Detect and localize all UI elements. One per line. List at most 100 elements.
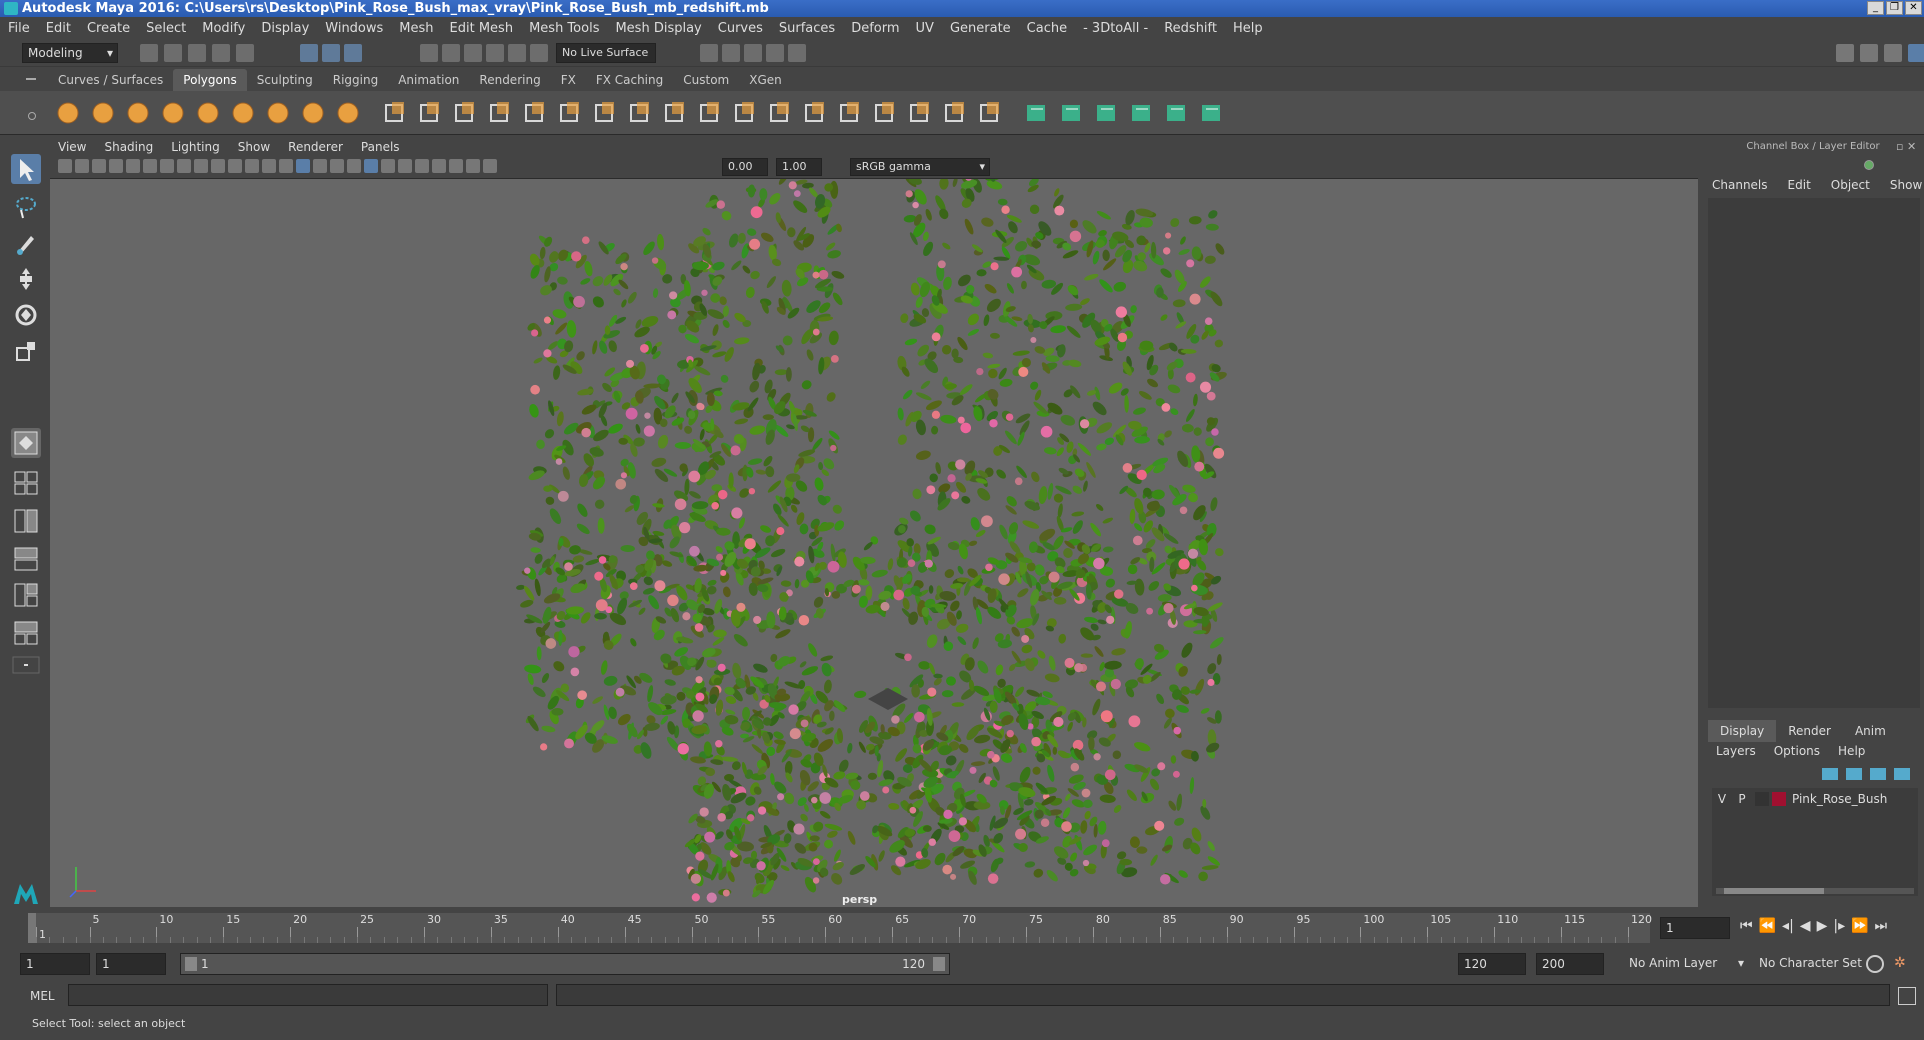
shelf-tab-rendering[interactable]: Rendering bbox=[469, 69, 550, 91]
grid-icon[interactable] bbox=[160, 159, 174, 173]
layer-menu-help[interactable]: Help bbox=[1838, 744, 1865, 758]
single-perspective-view-icon[interactable] bbox=[11, 428, 41, 458]
panel-float-close-icons[interactable]: ▫ ✕ bbox=[1896, 140, 1916, 153]
rotate-tool-icon[interactable] bbox=[11, 300, 41, 330]
menu-display[interactable]: Display bbox=[261, 21, 309, 36]
auto-key-icon[interactable] bbox=[1866, 955, 1884, 973]
undo-icon[interactable] bbox=[212, 44, 230, 62]
panel-menu-renderer[interactable]: Renderer bbox=[288, 140, 343, 154]
gate-mask-icon[interactable] bbox=[211, 159, 225, 173]
menu-select[interactable]: Select bbox=[146, 21, 186, 36]
uv-planar-icon[interactable] bbox=[906, 99, 934, 127]
panel-menu-view[interactable]: View bbox=[58, 140, 86, 154]
menu-edit-mesh[interactable]: Edit Mesh bbox=[450, 21, 514, 36]
end-time-field[interactable]: 200 bbox=[1536, 953, 1604, 975]
shelf-tab-sculpting[interactable]: Sculpting bbox=[247, 69, 323, 91]
pyramid-icon[interactable] bbox=[264, 99, 292, 127]
2d-pan-zoom-icon[interactable] bbox=[143, 159, 157, 173]
paint-select-tool-icon[interactable] bbox=[11, 228, 41, 258]
new-layer-icon[interactable] bbox=[1870, 768, 1886, 780]
menu-help[interactable]: Help bbox=[1233, 21, 1263, 36]
menu-surfaces[interactable]: Surfaces bbox=[779, 21, 835, 36]
mirror-icon[interactable] bbox=[521, 99, 549, 127]
textured-icon[interactable] bbox=[330, 159, 344, 173]
bridge-icon[interactable] bbox=[591, 99, 619, 127]
menu-windows[interactable]: Windows bbox=[325, 21, 383, 36]
layer-tab-anim[interactable]: Anim bbox=[1843, 720, 1898, 742]
layer-tab-render[interactable]: Render bbox=[1776, 720, 1843, 742]
safe-title-icon[interactable] bbox=[262, 159, 276, 173]
menu-uv[interactable]: UV bbox=[916, 21, 934, 36]
shelf-tab-curves-surfaces[interactable]: Curves / Surfaces bbox=[48, 69, 173, 91]
snap-curve-icon[interactable] bbox=[442, 44, 460, 62]
isolate-select-icon[interactable] bbox=[432, 159, 446, 173]
layer-color-swatch[interactable] bbox=[1772, 792, 1786, 806]
character-set-dropdown[interactable]: No Character Set bbox=[1754, 953, 1874, 975]
panel-menu-show[interactable]: Show bbox=[238, 140, 270, 154]
script-language-label[interactable]: MEL bbox=[30, 989, 55, 1003]
panel-menu-shading[interactable]: Shading bbox=[104, 140, 153, 154]
bookmarks-icon[interactable] bbox=[92, 159, 106, 173]
wireframe-icon[interactable] bbox=[279, 159, 293, 173]
menu-file[interactable]: File bbox=[8, 21, 30, 36]
modeling-toolkit-icon[interactable] bbox=[1836, 44, 1854, 62]
render-settings-icon[interactable] bbox=[744, 44, 762, 62]
gamma-field[interactable]: 1.00 bbox=[776, 158, 822, 176]
shelf-settings-icon[interactable] bbox=[28, 112, 36, 120]
anim-layer-dropdown[interactable]: No Anim Layer ▾ bbox=[1624, 953, 1744, 975]
shelf-tab-fx[interactable]: FX bbox=[551, 69, 586, 91]
minimize-button[interactable]: _ bbox=[1867, 1, 1884, 15]
combine-icon[interactable] bbox=[334, 99, 362, 127]
layer-menu-options[interactable]: Options bbox=[1774, 744, 1820, 758]
select-by-component-icon[interactable] bbox=[344, 44, 362, 62]
shelf-tab-rigging[interactable]: Rigging bbox=[323, 69, 388, 91]
redo-icon[interactable] bbox=[236, 44, 254, 62]
step-back-frame-icon[interactable]: ◂| bbox=[1782, 918, 1794, 934]
snap-point-icon[interactable] bbox=[464, 44, 482, 62]
select-camera-icon[interactable] bbox=[58, 159, 72, 173]
playback-end-field[interactable]: 120 bbox=[1458, 953, 1526, 975]
fill-hole-icon[interactable] bbox=[766, 99, 794, 127]
range-slider[interactable]: 1 120 bbox=[180, 953, 950, 975]
separate-icon[interactable] bbox=[381, 99, 409, 127]
exposure-field[interactable]: 0.00 bbox=[722, 158, 768, 176]
make-live-icon[interactable] bbox=[530, 44, 548, 62]
render-view-icon[interactable] bbox=[788, 44, 806, 62]
checker-icon[interactable] bbox=[1163, 99, 1191, 127]
channel-box-icon[interactable] bbox=[1908, 44, 1924, 62]
uv-cut-icon[interactable] bbox=[1198, 99, 1226, 127]
shelf-tab-fx-caching[interactable]: FX Caching bbox=[586, 69, 673, 91]
bevel-icon[interactable] bbox=[556, 99, 584, 127]
shadows-icon[interactable] bbox=[364, 159, 378, 173]
pipe-icon[interactable] bbox=[299, 99, 327, 127]
extrude-icon[interactable] bbox=[626, 99, 654, 127]
cube-icon[interactable] bbox=[89, 99, 117, 127]
multi-cut-icon[interactable] bbox=[696, 99, 724, 127]
step-forward-frame-icon[interactable]: |▸ bbox=[1833, 918, 1845, 934]
menu-set-dropdown[interactable]: Modeling ▾ bbox=[22, 43, 118, 63]
wireframe-on-shaded-icon[interactable] bbox=[313, 159, 327, 173]
step-forward-key-icon[interactable]: ⏩ bbox=[1851, 918, 1868, 934]
camera-attributes-icon[interactable] bbox=[75, 159, 89, 173]
menu-cache[interactable]: Cache bbox=[1027, 21, 1067, 36]
rose-bush-model[interactable] bbox=[50, 179, 1698, 907]
step-back-key-icon[interactable]: ⏪ bbox=[1759, 918, 1776, 934]
append-icon[interactable] bbox=[801, 99, 829, 127]
save-scene-icon[interactable] bbox=[188, 44, 206, 62]
maximize-button[interactable]: ❐ bbox=[1886, 1, 1903, 15]
xray-icon[interactable] bbox=[449, 159, 463, 173]
shelf-tab-custom[interactable]: Custom bbox=[673, 69, 739, 91]
safe-action-icon[interactable] bbox=[245, 159, 259, 173]
uv-layout-icon[interactable] bbox=[1093, 99, 1121, 127]
select-by-object-icon[interactable] bbox=[322, 44, 340, 62]
menu-curves[interactable]: Curves bbox=[718, 21, 763, 36]
layer-menu-layers[interactable]: Layers bbox=[1716, 744, 1756, 758]
motion-blur-icon[interactable] bbox=[398, 159, 412, 173]
layer-playback-toggle[interactable]: P bbox=[1732, 792, 1752, 806]
anim-prefs-icon[interactable]: ✲ bbox=[1894, 955, 1912, 973]
live-surface-field[interactable]: No Live Surface bbox=[556, 43, 656, 63]
channel-menu-object[interactable]: Object bbox=[1831, 178, 1870, 192]
ambient-occlusion-icon[interactable] bbox=[381, 159, 395, 173]
sphere-icon[interactable] bbox=[54, 99, 82, 127]
cone-icon[interactable] bbox=[159, 99, 187, 127]
